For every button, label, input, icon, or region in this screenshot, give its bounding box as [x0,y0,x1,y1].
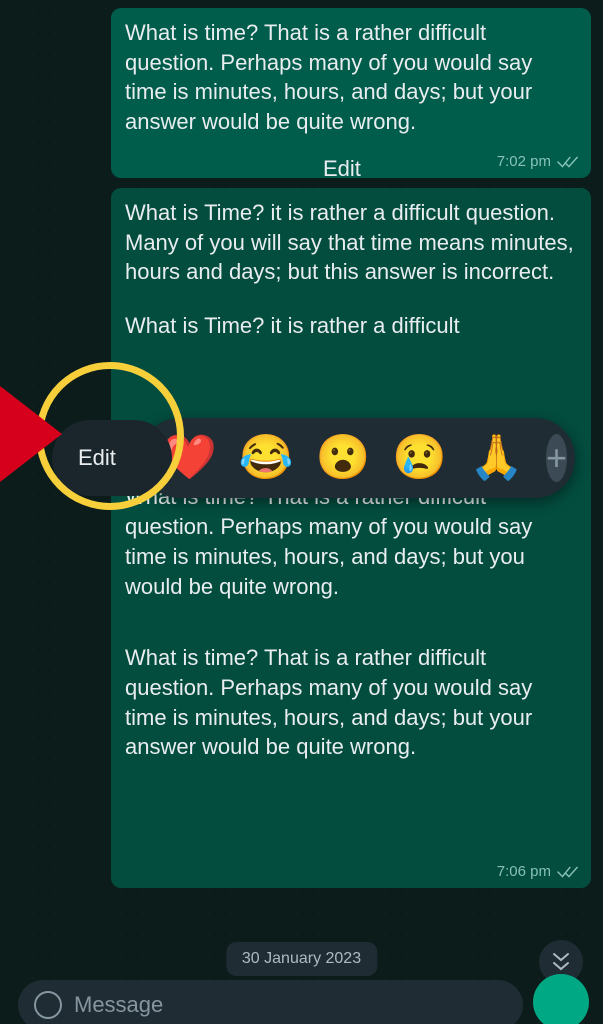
message-time: 7:02 pm [497,152,551,172]
message-input-bar[interactable]: Message [18,980,523,1024]
message-meta: 7:02 pm [497,152,579,172]
reaction-laugh[interactable]: 😂 [239,436,294,480]
read-ticks-icon [557,865,579,879]
message-meta: 7:06 pm [497,862,579,882]
date-separator: 30 January 2023 [226,942,377,976]
message-paragraph: What is Time? it is rather a difficult q… [125,198,577,287]
chevron-down-double-icon [551,951,571,973]
voice-record-button[interactable] [533,974,589,1024]
message-paragraph: What is Time? it is rather a difficult [125,311,577,341]
message-time: 7:06 pm [497,862,551,882]
outgoing-message-1[interactable]: What is time? That is a rather difficult… [111,8,591,178]
reaction-pray[interactable]: 🙏 [469,436,524,480]
reaction-sad[interactable]: 😢 [392,436,447,480]
message-input-placeholder: Message [74,992,163,1018]
reaction-wow[interactable]: 😮 [316,436,371,480]
edited-label: Edit [323,154,361,184]
edit-label: Edit [78,445,116,471]
message-paragraph: What is time? That is a rather difficult… [125,643,577,762]
reaction-picker: ❤️ 😂 😮 😢 🙏 + [140,418,575,498]
edit-button[interactable]: Edit [52,420,172,496]
message-text: What is time? That is a rather difficult… [125,20,532,134]
chat-column: What is time? That is a rather difficult… [0,0,603,1024]
read-ticks-icon [557,155,579,169]
reaction-more-button[interactable]: + [546,434,567,482]
emoji-picker-icon[interactable] [34,991,62,1019]
outgoing-message-2[interactable]: What is Time? it is rather a difficult q… [111,188,591,888]
message-paragraph: What is time? That is a rather difficult… [125,482,577,601]
